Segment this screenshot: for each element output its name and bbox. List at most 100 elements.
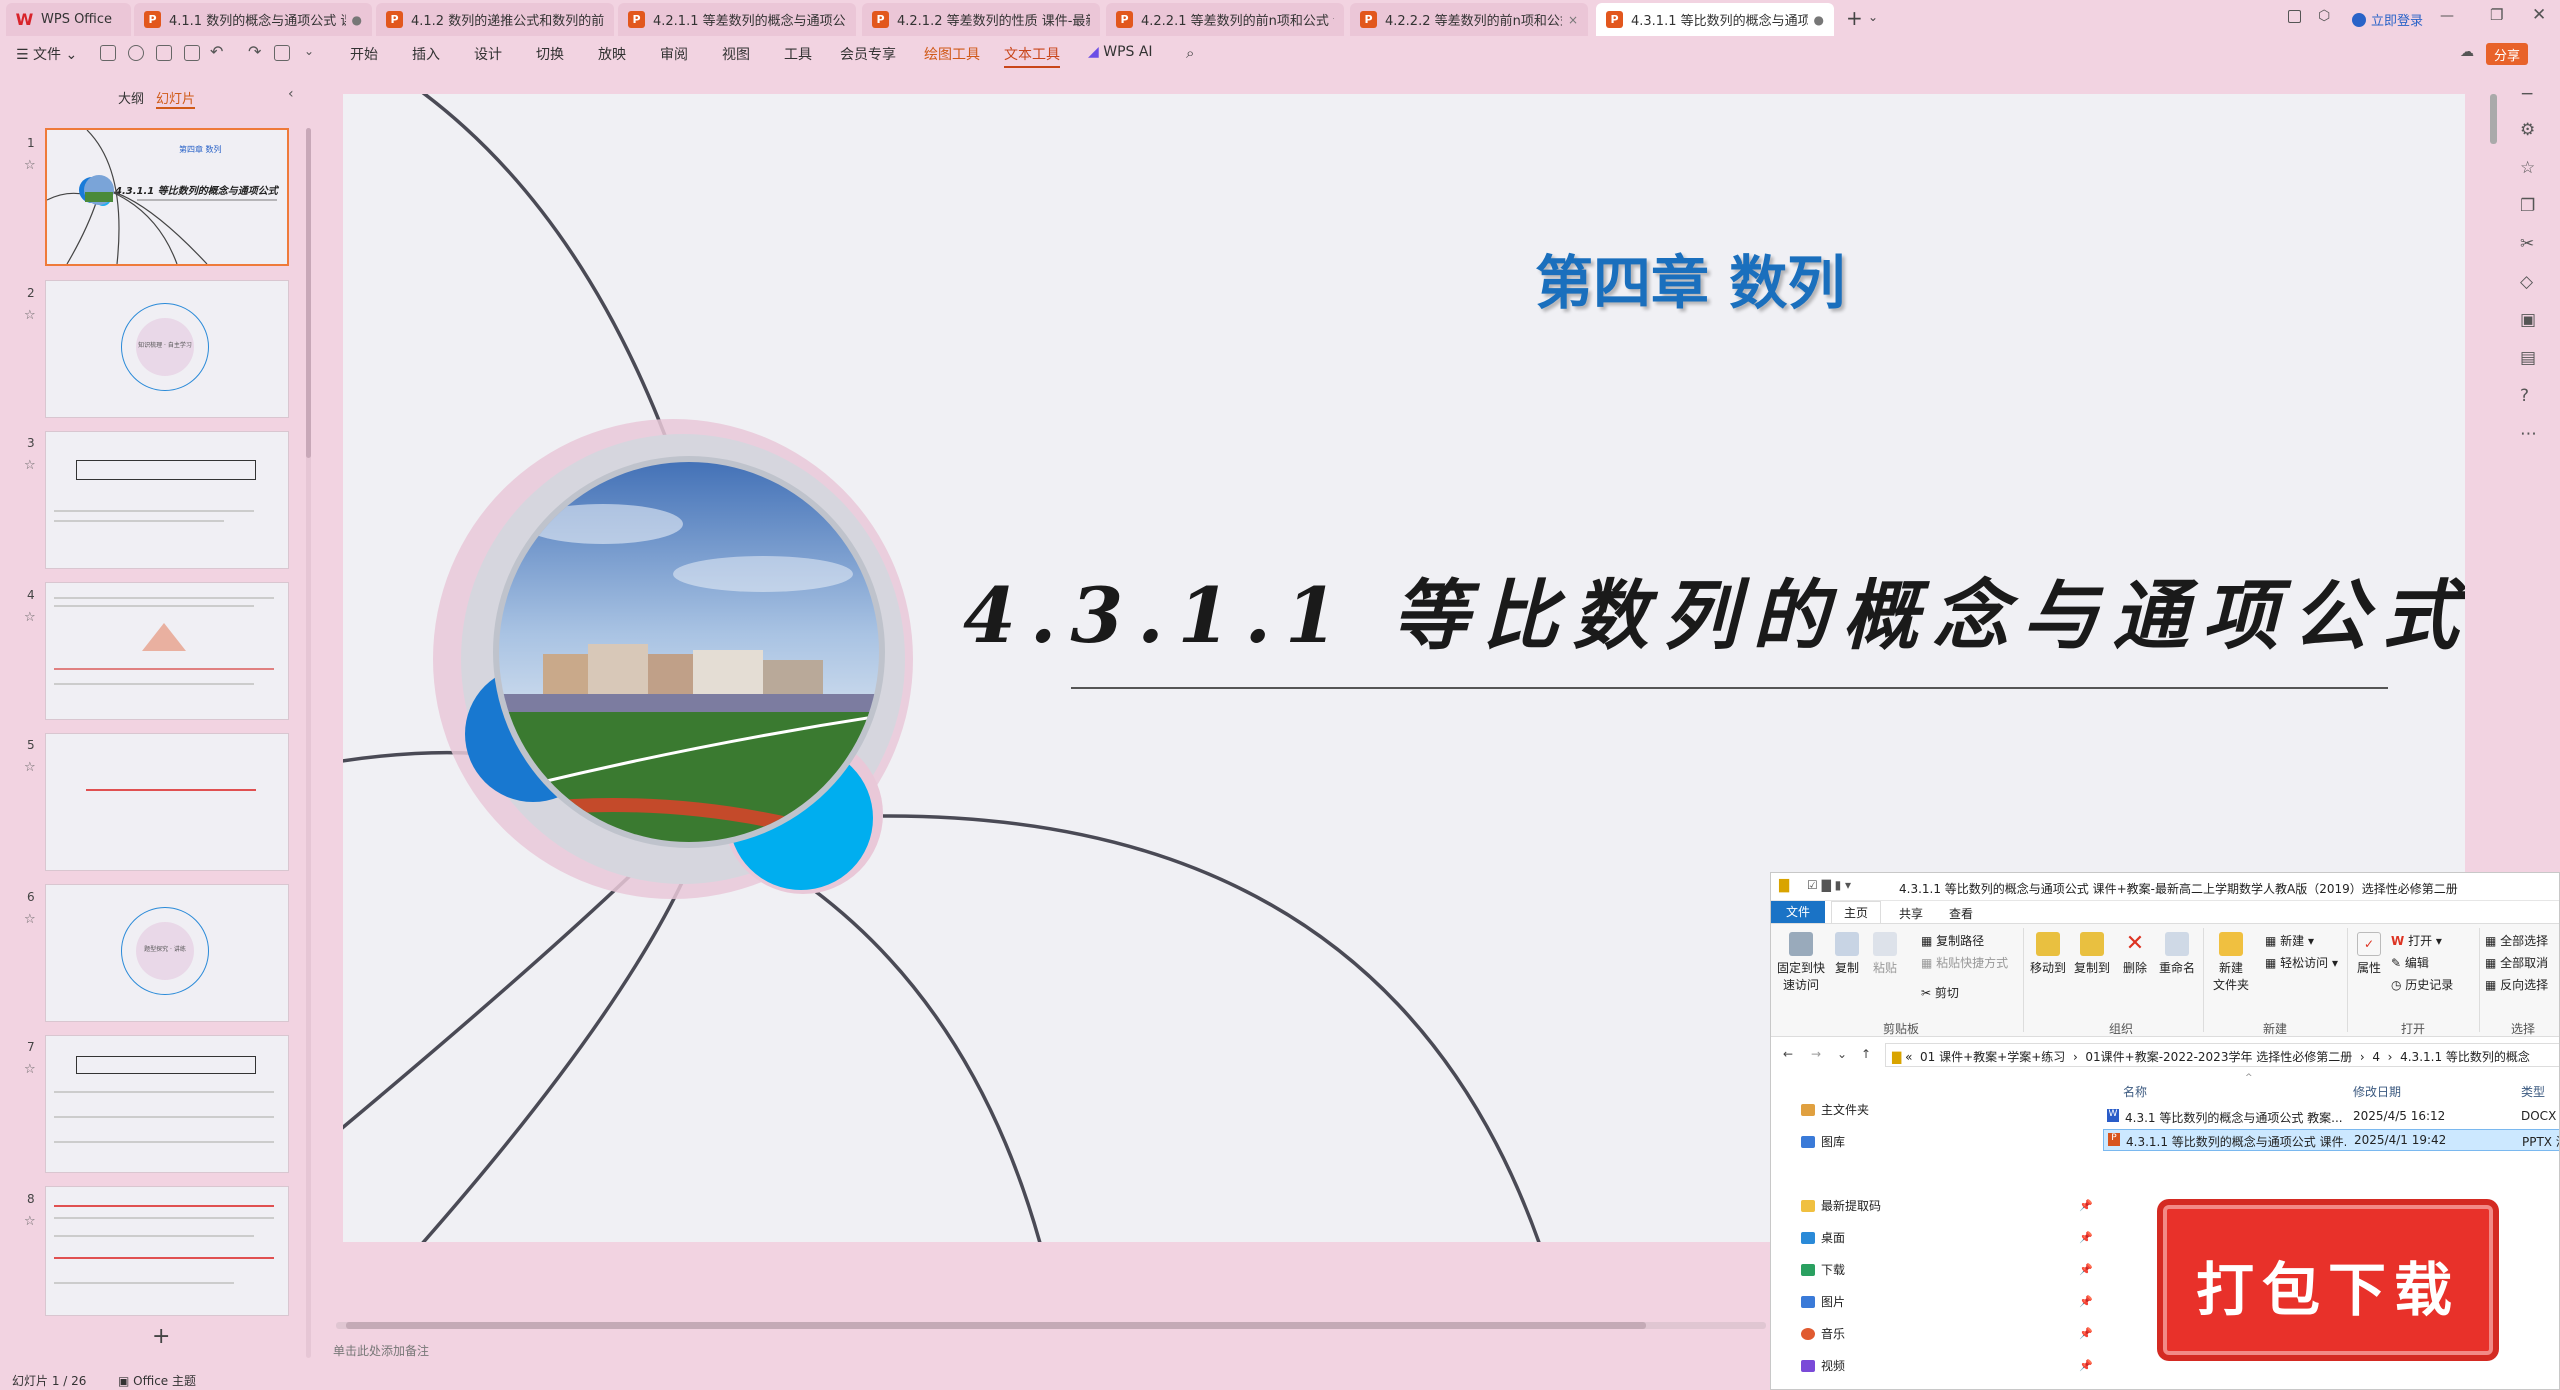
menu-transition[interactable]: 切换	[536, 44, 564, 64]
back-icon[interactable]: ←	[1783, 1047, 1793, 1061]
panel-scrollbar[interactable]	[306, 128, 311, 1358]
nav-pictures[interactable]: 图片	[1801, 1293, 1845, 1310]
cut-button[interactable]: ✂ 剪切	[1921, 984, 1959, 1001]
nav-music[interactable]: 音乐	[1801, 1325, 1845, 1342]
ribbon-tab-share[interactable]: 共享	[1899, 905, 1923, 922]
paste-button[interactable]: 粘贴	[1867, 932, 1903, 976]
slide-thumbnail-7[interactable]	[45, 1035, 289, 1173]
copy-path-button[interactable]: ▦ 复制路径	[1921, 932, 1984, 949]
slide-thumbnail-6[interactable]: 题型探究 · 讲练	[45, 884, 289, 1022]
slide-thumbnail-5[interactable]	[45, 733, 289, 871]
horizontal-scrollbar-thumb[interactable]	[346, 1322, 1646, 1329]
menu-slideshow[interactable]: 放映	[598, 44, 626, 64]
slide-thumbnail-4[interactable]	[45, 582, 289, 720]
redo-icon[interactable]: ↷	[248, 42, 261, 61]
minus-icon[interactable]: −	[2520, 84, 2534, 104]
close-icon[interactable]: ×	[1568, 13, 1578, 27]
slide-thumbnail-2[interactable]: 知识梳理 · 自主学习	[45, 280, 289, 418]
copy-button[interactable]: 复制	[1829, 932, 1865, 976]
format-painter-icon[interactable]	[274, 45, 290, 61]
menu-view[interactable]: 视图	[722, 44, 750, 64]
recent-icon[interactable]: ⌄	[1837, 1047, 1847, 1061]
more-icon[interactable]: ⌄	[304, 44, 314, 58]
menu-drawing-tools[interactable]: 绘图工具	[924, 44, 980, 64]
nav-folder[interactable]: 最新提取码	[1801, 1197, 1881, 1214]
pin-to-quick-access-button[interactable]: 固定到快 速访问	[1775, 932, 1827, 993]
menu-member[interactable]: 会员专享	[840, 44, 896, 64]
print-icon[interactable]	[156, 45, 172, 61]
help-icon[interactable]: ?	[2520, 386, 2529, 406]
star-icon[interactable]: ☆	[24, 760, 36, 775]
paste-shortcut-button[interactable]: ▦ 粘贴快捷方式	[1921, 954, 2008, 971]
open-button[interactable]: W 打开 ▾	[2391, 932, 2442, 949]
save-icon[interactable]	[100, 45, 116, 61]
slides-tab[interactable]: 幻灯片	[156, 88, 196, 109]
star-icon[interactable]: ☆	[24, 912, 36, 927]
slide-thumbnail-3[interactable]	[45, 431, 289, 569]
nav-downloads[interactable]: 下载	[1801, 1261, 1845, 1278]
tab-document[interactable]: P 4.2.1.2 等差数列的性质 课件-最新高	[862, 3, 1100, 36]
star-icon[interactable]: ☆	[24, 308, 36, 323]
column-header-name[interactable]: 名称	[2123, 1083, 2147, 1100]
book-icon[interactable]: ▤	[2520, 348, 2536, 368]
share-button[interactable]: 分享	[2486, 43, 2529, 65]
menu-tools[interactable]: 工具	[784, 44, 812, 64]
chevron-down-icon[interactable]: ⌄	[1868, 10, 1878, 24]
theme-indicator[interactable]: ▣ Office 主题	[118, 1372, 196, 1389]
easy-access-button[interactable]: ▦ 轻松访问 ▾	[2265, 954, 2338, 971]
chapter-title[interactable]: 第四章 数列	[1535, 236, 1845, 320]
star-icon[interactable]: ☆	[24, 1214, 36, 1229]
column-header-date[interactable]: 修改日期	[2353, 1083, 2401, 1100]
file-row[interactable]: W 4.3.1 等比数列的概念与通项公式 教案... 2025/4/5 16:1…	[2103, 1107, 2559, 1127]
cloud-icon[interactable]: ☁	[2460, 44, 2474, 60]
slide-thumbnail-8[interactable]	[45, 1186, 289, 1316]
properties-button[interactable]: ✓ 属性	[2351, 932, 2387, 976]
star-icon[interactable]: ☆	[24, 458, 36, 473]
invert-selection-button[interactable]: ▦ 反向选择	[2485, 976, 2548, 993]
tools-icon[interactable]: ✂	[2520, 234, 2534, 254]
panel-scrollbar-thumb[interactable]	[306, 128, 311, 458]
menu-design[interactable]: 设计	[474, 44, 502, 64]
nav-home[interactable]: 主文件夹	[1801, 1101, 1869, 1118]
menu-review[interactable]: 审阅	[660, 44, 688, 64]
tab-document[interactable]: P 4.1.1 数列的概念与通项公式 课件 ●	[134, 3, 372, 36]
copy-to-button[interactable]: 复制到	[2071, 932, 2113, 976]
pin-icon[interactable]: 📌	[2079, 1359, 2093, 1372]
download-stamp[interactable]: 打包下载	[2163, 1205, 2493, 1355]
file-menu[interactable]: ☰ 文件 ⌄	[16, 44, 77, 64]
forward-icon[interactable]: →	[1811, 1047, 1821, 1061]
minimize-icon[interactable]: —	[2440, 8, 2454, 24]
close-window-icon[interactable]: ✕	[2532, 5, 2546, 25]
slide-thumbnail-1[interactable]: 第四章 数列 4.3.1.1 等比数列的概念与通项公式	[45, 128, 289, 266]
ribbon-tab-view[interactable]: 查看	[1949, 905, 1973, 922]
ribbon-tab-home[interactable]: 主页	[1831, 901, 1881, 923]
menu-text-tools[interactable]: 文本工具	[1004, 44, 1060, 68]
breadcrumb-part[interactable]: 4	[2372, 1050, 2380, 1064]
ribbon-tab-file[interactable]: 文件	[1771, 901, 1825, 923]
search-icon[interactable]: ⌕	[1186, 44, 1194, 62]
select-all-button[interactable]: ▦ 全部选择	[2485, 932, 2548, 949]
image-icon[interactable]: ▣	[2520, 310, 2536, 330]
up-icon[interactable]: ↑	[1861, 1047, 1871, 1061]
rename-button[interactable]: 重命名	[2155, 932, 2199, 976]
delete-button[interactable]: ✕ 删除	[2117, 932, 2153, 976]
collapse-panel-icon[interactable]: ‹	[288, 86, 294, 102]
pin-icon[interactable]: 📌	[2079, 1327, 2093, 1340]
breadcrumb-part[interactable]: 01 课件+教案+学案+练习	[1920, 1050, 2065, 1064]
window-icon[interactable]	[2288, 10, 2301, 23]
tab-document-active[interactable]: P 4.3.1.1 等比数列的概念与通项 ●	[1596, 3, 1834, 36]
cube-icon[interactable]: ⬡	[2318, 8, 2330, 24]
breadcrumb-part[interactable]: 4.3.1.1 等比数列的概念	[2400, 1050, 2530, 1064]
select-none-button[interactable]: ▦ 全部取消	[2485, 954, 2548, 971]
nav-desktop[interactable]: 桌面	[1801, 1229, 1845, 1246]
slide-title[interactable]: 4.3.1.1 等比数列的概念与通项公式	[963, 554, 2463, 664]
menu-home[interactable]: 开始	[350, 44, 378, 64]
tab-document[interactable]: P 4.2.2.2 等差数列的前n项和公式的 ×	[1350, 3, 1588, 36]
horizontal-scrollbar[interactable]	[336, 1322, 1766, 1329]
breadcrumb-part[interactable]: 01课件+教案-2022-2023学年 选择性必修第二册	[2085, 1050, 2352, 1064]
column-header-type[interactable]: 类型	[2521, 1083, 2545, 1100]
tab-document[interactable]: P 4.2.2.1 等差数列的前n项和公式 课件	[1106, 3, 1344, 36]
undo-icon[interactable]: ↶	[210, 42, 223, 61]
close-icon[interactable]: ●	[1814, 13, 1824, 27]
tab-wps-home[interactable]: W WPS Office	[6, 3, 131, 36]
